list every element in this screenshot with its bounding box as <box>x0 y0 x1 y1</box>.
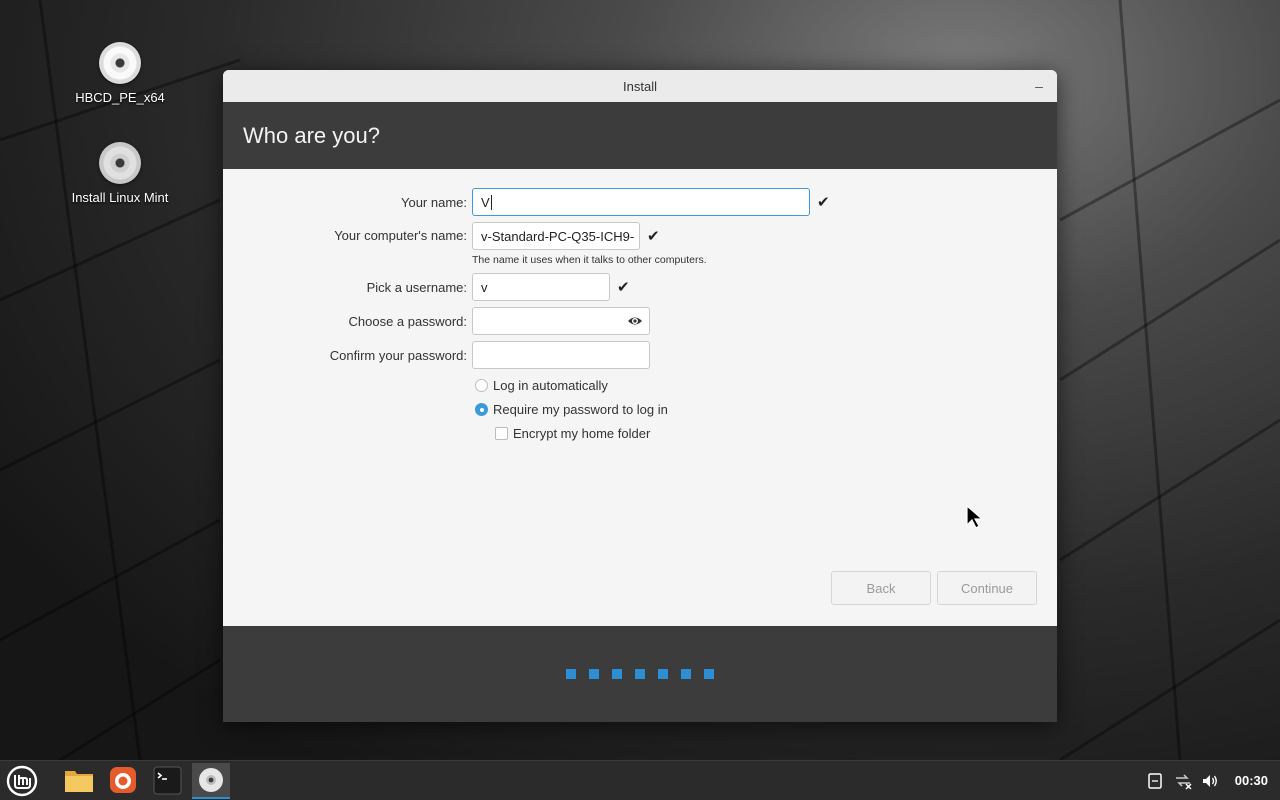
show-password-eye-icon[interactable] <box>627 314 643 328</box>
progress-step <box>704 669 714 679</box>
terminal-icon <box>153 766 182 795</box>
computer-name-hint: The name it uses when it talks to other … <box>472 254 707 266</box>
encrypt-home-option[interactable]: Encrypt my home folder <box>495 426 650 441</box>
password-field[interactable] <box>472 307 650 335</box>
require-password-label: Require my password to log in <box>493 402 668 417</box>
progress-step <box>589 669 599 679</box>
files-icon <box>65 771 93 792</box>
name-field[interactable]: V <box>472 188 810 216</box>
confirm-password-field[interactable] <box>472 341 650 369</box>
computer-name-valid-check-icon: ✔ <box>647 228 660 245</box>
computer-name-label: Your computer's name: <box>334 228 467 243</box>
installer-footer <box>223 626 1057 722</box>
terminal-button[interactable] <box>148 763 186 799</box>
login-automatically-label: Log in automatically <box>493 378 608 393</box>
desktop-icon-label: HBCD_PE_x64 <box>75 90 165 105</box>
username-field[interactable]: v <box>472 273 610 301</box>
progress-step <box>658 669 668 679</box>
text-cursor <box>490 194 492 210</box>
window-titlebar[interactable]: Install – <box>223 70 1057 102</box>
progress-step <box>681 669 691 679</box>
back-button[interactable]: Back <box>831 571 931 605</box>
require-password-option[interactable]: Require my password to log in <box>475 402 668 417</box>
disc-icon <box>99 42 141 84</box>
desktop-icon-install-linux-mint[interactable]: Install Linux Mint <box>55 142 185 205</box>
desktop-icon-label: Install Linux Mint <box>71 190 169 205</box>
confirm-password-label: Confirm your password: <box>329 348 467 363</box>
firefox-icon <box>110 767 136 793</box>
name-valid-check-icon: ✔ <box>817 194 830 211</box>
notes-icon[interactable] <box>1146 772 1164 790</box>
login-automatically-option[interactable]: Log in automatically <box>475 378 608 393</box>
progress-step <box>612 669 622 679</box>
page-title: Who are you? <box>243 122 380 148</box>
progress-step <box>635 669 645 679</box>
taskbar: 00:30 <box>0 760 1280 800</box>
files-button[interactable] <box>60 763 98 799</box>
minimize-button[interactable]: – <box>1031 78 1047 94</box>
mint-menu-button[interactable] <box>4 763 42 799</box>
mint-menu-icon <box>6 765 38 797</box>
firefox-button[interactable] <box>104 763 142 799</box>
installer-disc-icon <box>199 768 223 792</box>
login-automatically-radio[interactable] <box>475 379 488 392</box>
computer-name-field[interactable]: v-Standard-PC-Q35-ICH9- <box>472 222 640 250</box>
desktop-icon-hbcd[interactable]: HBCD_PE_x64 <box>55 42 185 105</box>
name-label: Your name: <box>400 195 467 210</box>
clock[interactable]: 00:30 <box>1235 773 1268 788</box>
volume-icon[interactable] <box>1201 772 1219 790</box>
window-title: Install <box>623 78 657 94</box>
username-valid-check-icon: ✔ <box>617 279 630 296</box>
installer-window: Install – Who are you? Your name: V ✔ Yo… <box>223 70 1057 722</box>
encrypt-home-checkbox[interactable] <box>495 427 508 440</box>
password-label: Choose a password: <box>348 314 467 329</box>
installer-taskbar-button[interactable] <box>192 763 230 799</box>
require-password-radio[interactable] <box>475 403 488 416</box>
user-form: Your name: V ✔ Your computer's name: v-S… <box>223 169 1057 626</box>
continue-button[interactable]: Continue <box>937 571 1037 605</box>
name-field-value: V <box>481 194 490 210</box>
encrypt-home-label: Encrypt my home folder <box>513 426 651 441</box>
computer-name-value: v-Standard-PC-Q35-ICH9- <box>481 228 635 244</box>
progress-steps <box>223 669 1057 679</box>
username-value: v <box>481 279 488 295</box>
username-label: Pick a username: <box>366 280 467 295</box>
mouse-pointer-icon <box>966 505 984 529</box>
disc-icon <box>99 142 141 184</box>
progress-step <box>566 669 576 679</box>
page-header: Who are you? <box>223 102 1057 169</box>
network-disconnected-icon[interactable] <box>1174 772 1192 790</box>
